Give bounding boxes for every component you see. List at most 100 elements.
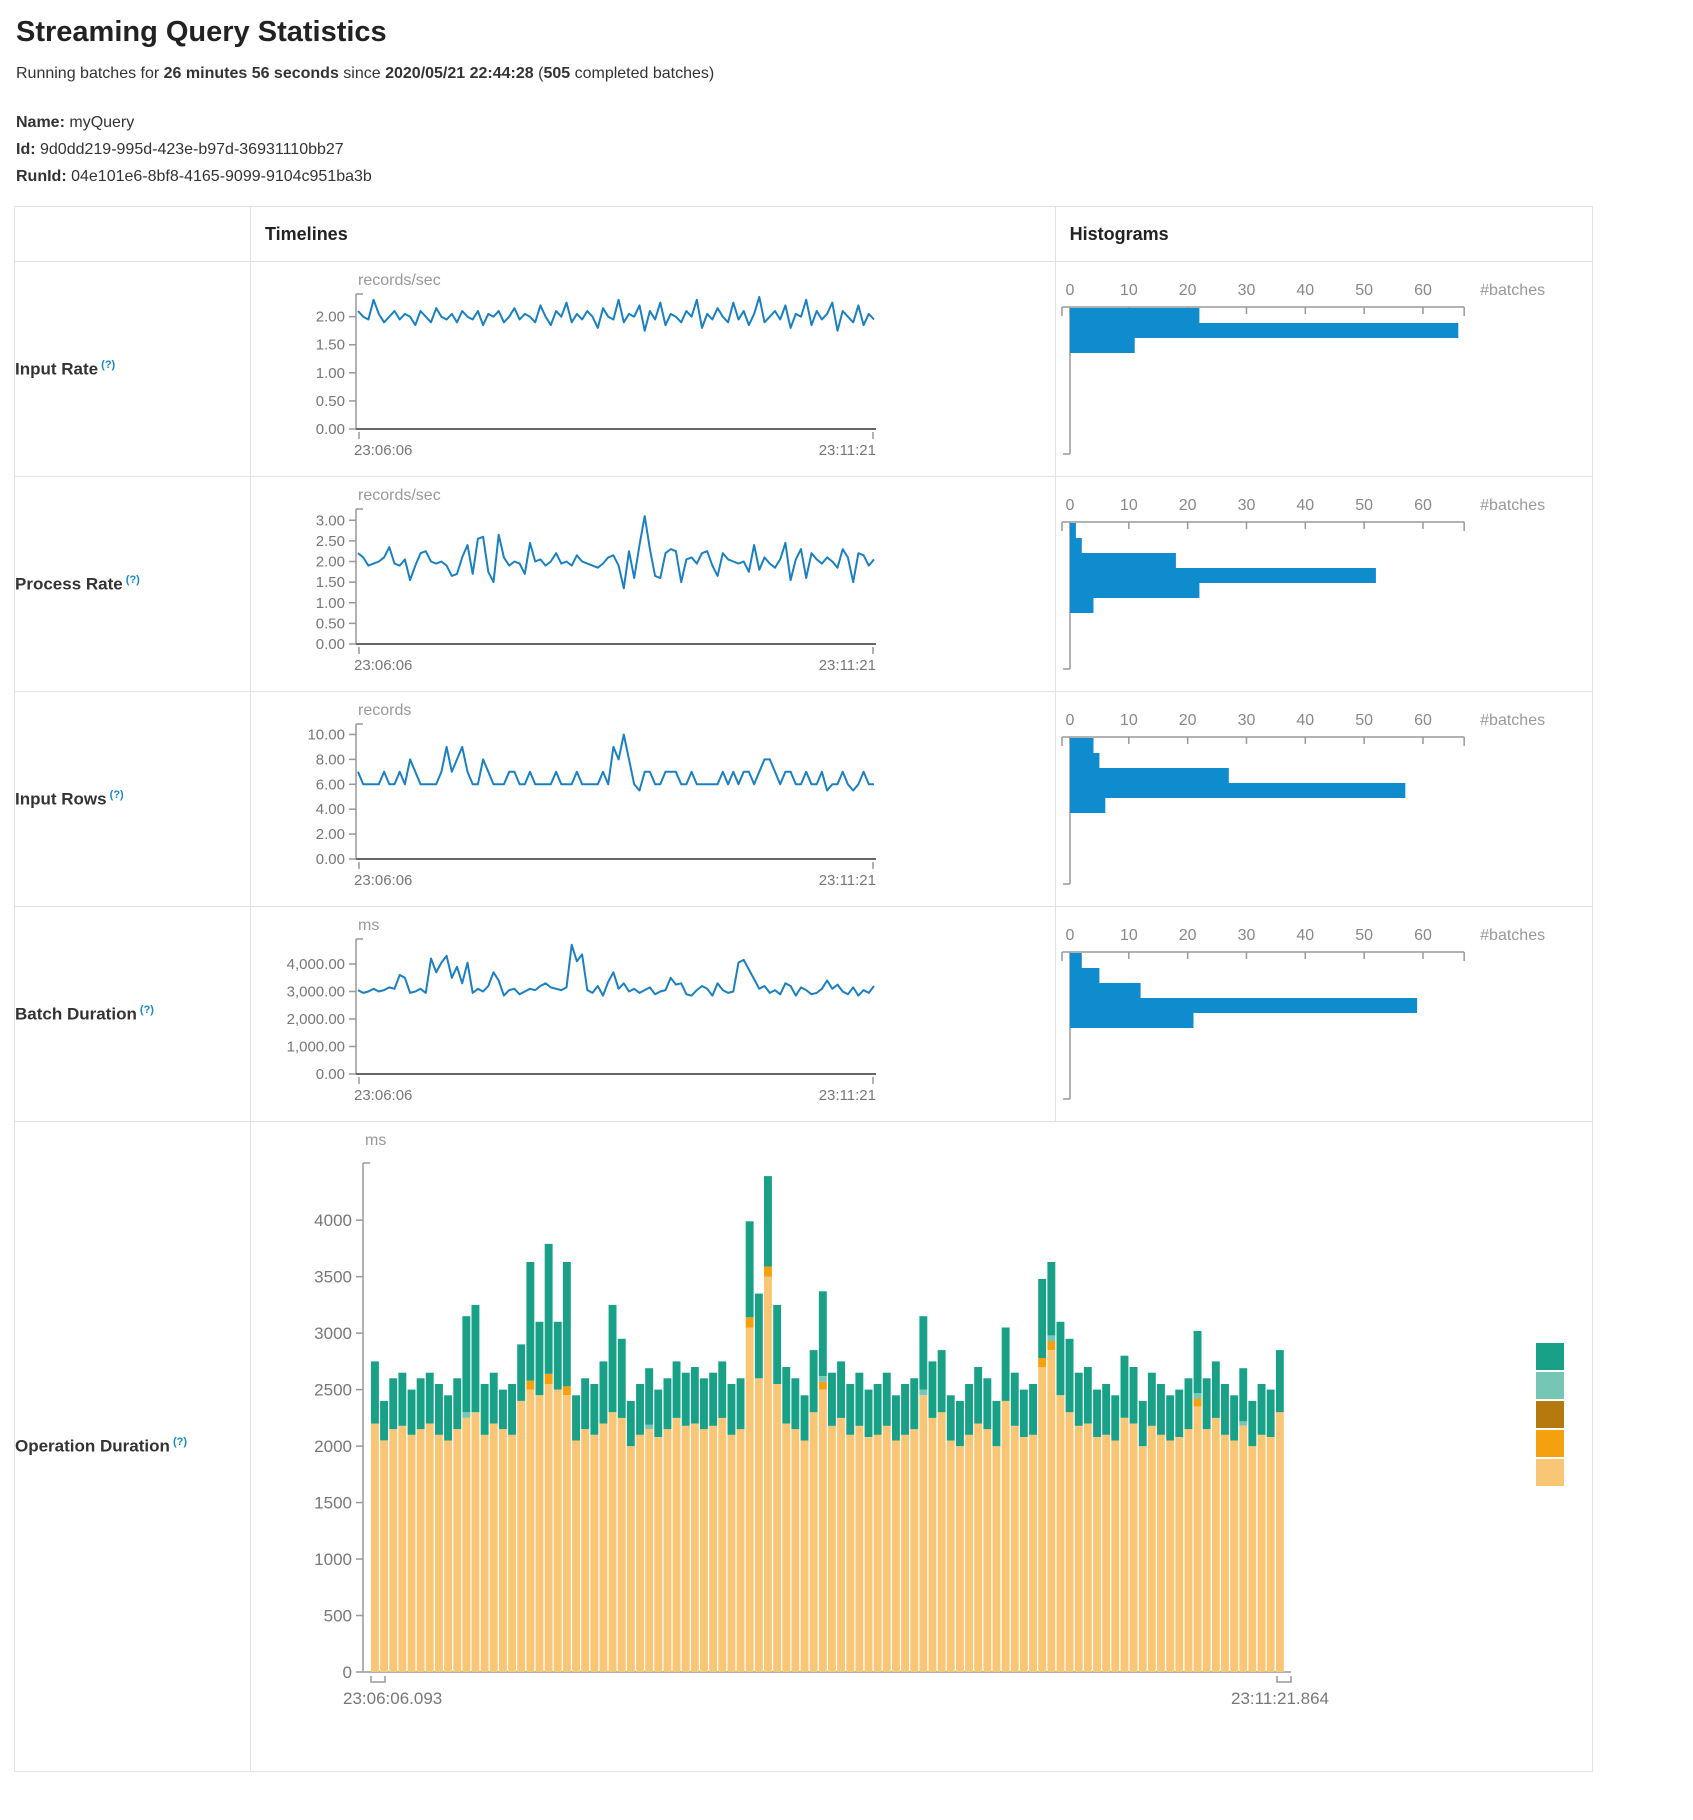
chart-unit-label: records bbox=[358, 702, 411, 719]
axis-tick-label: 50 bbox=[1355, 927, 1373, 944]
stacked-bar-segment-tan bbox=[1267, 1437, 1275, 1672]
input-rate-timeline-cell: records/sec2.001.501.000.500.0023:06:062… bbox=[251, 262, 1056, 477]
stacked-bar-segment-tan bbox=[508, 1434, 516, 1671]
stacked-bar-segment-teal bbox=[1185, 1378, 1193, 1429]
batches-axis-label: #batches bbox=[1480, 282, 1545, 299]
stacked-bar-segment-teal bbox=[801, 1395, 809, 1440]
query-id-row: Id: 9d0dd219-995d-423e-b97d-36931110bb27 bbox=[16, 136, 1693, 163]
process-rate-histogram-cell: 0102030405060#batches bbox=[1055, 477, 1592, 692]
row-label-process-rate: Process Rate (?) bbox=[15, 477, 251, 692]
chart-unit-label: ms bbox=[358, 917, 379, 934]
stacked-bar-segment-light-teal bbox=[819, 1376, 827, 1382]
stacked-bar-segment-teal bbox=[1212, 1361, 1220, 1418]
legend-swatch-3[interactable] bbox=[1536, 1430, 1564, 1457]
legend-swatch-4[interactable] bbox=[1536, 1459, 1564, 1486]
y-axis-tick-label: 2.00 bbox=[316, 826, 345, 843]
row-label-input-rows: Input Rows (?) bbox=[15, 692, 251, 907]
metric-label: Input Rate bbox=[15, 359, 98, 378]
stacked-bar-segment-teal bbox=[1029, 1384, 1037, 1435]
axis-tick-label: 40 bbox=[1296, 712, 1314, 729]
stacked-bar-segment-light-teal bbox=[1239, 1421, 1247, 1426]
y-axis-tick-label: 0.00 bbox=[316, 851, 345, 868]
stacked-bar-segment-orange bbox=[819, 1381, 827, 1389]
axis-tick-label: 30 bbox=[1237, 712, 1255, 729]
input-rows-histogram-bar bbox=[1070, 768, 1229, 783]
y-axis-tick-label: 1.00 bbox=[316, 365, 345, 382]
stacked-bar-segment-teal bbox=[919, 1316, 927, 1389]
stacked-bar-segment-teal bbox=[874, 1384, 882, 1435]
y-axis-tick-label: 4000 bbox=[314, 1211, 352, 1230]
stacked-bar-segment-teal bbox=[435, 1384, 443, 1435]
stacked-bar-segment-teal bbox=[444, 1395, 452, 1440]
x-end-label: 23:11:21 bbox=[819, 657, 876, 674]
stacked-bar-segment-teal bbox=[1267, 1389, 1275, 1436]
stacked-bar-segment-tan bbox=[490, 1423, 498, 1672]
stacked-bar-segment-tan bbox=[1102, 1434, 1110, 1671]
stacked-bar-segment-tan bbox=[618, 1417, 626, 1671]
legend-swatch-0[interactable] bbox=[1536, 1343, 1564, 1370]
axis-tick-label: 60 bbox=[1414, 927, 1432, 944]
operation-duration-chart: ms0500100015002000250030003500400023:06:… bbox=[251, 1127, 1592, 1767]
y-axis-tick-label: 4,000.00 bbox=[287, 956, 345, 973]
process-rate-histogram-bar bbox=[1070, 553, 1176, 568]
summary-batch-count: 505 bbox=[543, 65, 570, 82]
stacked-bar-segment-teal bbox=[1057, 1321, 1065, 1394]
x-start-label: 23:06:06 bbox=[354, 872, 412, 889]
stacked-bar-segment-teal bbox=[1203, 1378, 1211, 1429]
table-header-row: Timelines Histograms bbox=[15, 207, 1593, 262]
help-icon[interactable]: (?) bbox=[123, 574, 140, 586]
stacked-bar-segment-tan bbox=[929, 1417, 937, 1671]
axis-tick-label: 40 bbox=[1296, 927, 1314, 944]
stacked-bar-segment-tan bbox=[993, 1446, 1001, 1672]
stacked-bar-segment-teal bbox=[1157, 1384, 1165, 1435]
stacked-bar-segment-tan bbox=[581, 1429, 589, 1672]
stacked-bar-segment-teal bbox=[1139, 1400, 1147, 1445]
axis-tick-label: 30 bbox=[1237, 282, 1255, 299]
legend-swatch-1[interactable] bbox=[1536, 1372, 1564, 1399]
stacked-bar-segment-teal bbox=[627, 1400, 635, 1445]
y-axis-tick-label: 1.00 bbox=[316, 595, 345, 612]
stacked-bar-segment-teal bbox=[490, 1372, 498, 1423]
stacked-bar-segment-teal bbox=[654, 1389, 662, 1436]
stacked-bar-segment-tan bbox=[874, 1434, 882, 1671]
stacked-bar-segment-tan bbox=[1093, 1437, 1101, 1672]
input-rows-histogram-chart: 0102030405060#batches bbox=[1056, 699, 1591, 899]
axis-tick-label: 0 bbox=[1065, 282, 1074, 299]
batches-axis-label: #batches bbox=[1480, 712, 1545, 729]
stacked-bar-segment-tan bbox=[1212, 1417, 1220, 1671]
stacked-bar-segment-teal bbox=[1230, 1395, 1238, 1440]
process-rate-histogram-bar bbox=[1070, 523, 1076, 538]
help-icon[interactable]: (?) bbox=[107, 789, 124, 801]
stacked-bar-segment-tan bbox=[1194, 1406, 1202, 1671]
y-axis-tick-label: 1500 bbox=[314, 1493, 352, 1512]
summary-start-time: 2020/05/21 22:44:28 bbox=[385, 65, 534, 82]
input-rate-histogram-cell: 0102030405060#batches bbox=[1055, 262, 1592, 477]
stacked-bar-segment-teal bbox=[426, 1372, 434, 1423]
stacked-bar-segment-teal bbox=[846, 1384, 854, 1435]
batch-duration-timeline-line bbox=[358, 945, 874, 996]
legend-swatch-2[interactable] bbox=[1536, 1401, 1564, 1428]
stacked-bar-segment-teal bbox=[700, 1378, 708, 1429]
metric-label: Batch Duration bbox=[15, 1004, 137, 1023]
y-axis-tick-label: 2.00 bbox=[316, 554, 345, 571]
stacked-bar-segment-tan bbox=[1084, 1423, 1092, 1672]
summary-middle: since bbox=[339, 65, 385, 82]
input-rows-timeline-line bbox=[358, 735, 874, 791]
axis-tick-label: 10 bbox=[1120, 282, 1138, 299]
input-rows-timeline-chart: records10.008.006.004.002.000.0023:06:06… bbox=[251, 699, 1051, 899]
axis-tick-label: 10 bbox=[1120, 712, 1138, 729]
batches-axis-label: #batches bbox=[1480, 497, 1545, 514]
help-icon[interactable]: (?) bbox=[98, 359, 115, 371]
stacked-bar-segment-teal bbox=[1121, 1355, 1129, 1417]
stacked-bar-segment-teal bbox=[855, 1372, 863, 1425]
stacked-bar-segment-tan bbox=[846, 1434, 854, 1671]
stacked-bar-segment-teal bbox=[956, 1400, 964, 1445]
help-icon[interactable]: (?) bbox=[137, 1004, 154, 1016]
stacked-bar-segment-tan bbox=[1258, 1434, 1266, 1671]
help-icon[interactable]: (?) bbox=[170, 1436, 187, 1448]
histograms-header: Histograms bbox=[1055, 207, 1592, 262]
axis-tick-label: 0 bbox=[1065, 497, 1074, 514]
stacked-bar-segment-tan bbox=[481, 1434, 489, 1671]
stacked-bar-segment-tan bbox=[718, 1417, 726, 1671]
id-label: Id: bbox=[16, 141, 36, 158]
